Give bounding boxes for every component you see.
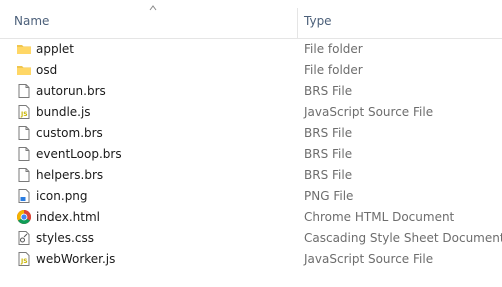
file-row[interactable]: helpers.brs BRS File bbox=[0, 165, 502, 186]
file-type: JavaScript Source File bbox=[304, 252, 434, 266]
file-type: PNG File bbox=[304, 189, 354, 203]
file-type: Cascading Style Sheet Document bbox=[304, 231, 502, 245]
file-name: autorun.brs bbox=[36, 84, 106, 98]
file-name: osd bbox=[36, 63, 58, 77]
image-file-icon bbox=[16, 188, 32, 204]
chrome-icon bbox=[16, 209, 32, 225]
sort-ascending-icon bbox=[149, 5, 157, 11]
file-type: BRS File bbox=[304, 168, 353, 182]
folder-icon bbox=[16, 62, 32, 78]
file-row[interactable]: applet File folder bbox=[0, 39, 502, 60]
column-header: Name Type bbox=[0, 0, 502, 39]
folder-icon bbox=[16, 41, 32, 57]
file-row[interactable]: styles.css Cascading Style Sheet Document bbox=[0, 228, 502, 249]
file-type: BRS File bbox=[304, 84, 353, 98]
file-name: styles.css bbox=[36, 231, 94, 245]
file-row[interactable]: icon.png PNG File bbox=[0, 186, 502, 207]
svg-text:JS: JS bbox=[20, 111, 28, 118]
file-type: File folder bbox=[304, 63, 363, 77]
file-name: helpers.brs bbox=[36, 168, 104, 182]
file-row[interactable]: JS bundle.js JavaScript Source File bbox=[0, 102, 502, 123]
file-type: BRS File bbox=[304, 147, 353, 161]
file-type: Chrome HTML Document bbox=[304, 210, 455, 224]
file-row[interactable]: osd File folder bbox=[0, 60, 502, 81]
file-icon bbox=[16, 125, 32, 141]
js-file-icon: JS bbox=[16, 251, 32, 267]
file-name: applet bbox=[36, 42, 75, 56]
file-name: index.html bbox=[36, 210, 100, 224]
file-row[interactable]: custom.brs BRS File bbox=[0, 123, 502, 144]
file-icon bbox=[16, 167, 32, 183]
file-name: eventLoop.brs bbox=[36, 147, 122, 161]
file-type: BRS File bbox=[304, 126, 353, 140]
column-type-header[interactable]: Type bbox=[304, 14, 332, 28]
column-divider[interactable] bbox=[297, 8, 298, 38]
file-row[interactable]: JS webWorker.js JavaScript Source File bbox=[0, 249, 502, 270]
column-name-header[interactable]: Name bbox=[14, 14, 49, 28]
file-type: File folder bbox=[304, 42, 363, 56]
file-row[interactable]: autorun.brs BRS File bbox=[0, 81, 502, 102]
file-name: custom.brs bbox=[36, 126, 103, 140]
js-file-icon: JS bbox=[16, 104, 32, 120]
file-name: bundle.js bbox=[36, 105, 91, 119]
svg-text:JS: JS bbox=[20, 258, 28, 265]
file-name: icon.png bbox=[36, 189, 88, 203]
file-icon bbox=[16, 83, 32, 99]
file-row[interactable]: index.html Chrome HTML Document bbox=[0, 207, 502, 228]
file-name: webWorker.js bbox=[36, 252, 116, 266]
css-file-icon bbox=[16, 230, 32, 246]
file-icon bbox=[16, 146, 32, 162]
file-row[interactable]: eventLoop.brs BRS File bbox=[0, 144, 502, 165]
file-type: JavaScript Source File bbox=[304, 105, 434, 119]
